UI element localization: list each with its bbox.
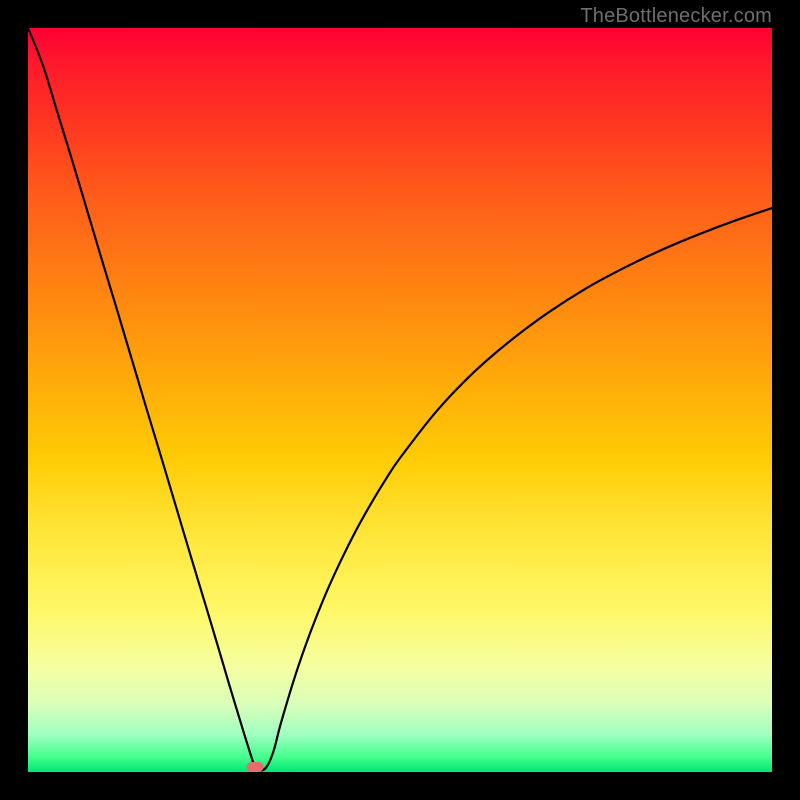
plot-area [28, 28, 772, 772]
chart-container: TheBottlenecker.com [0, 0, 800, 800]
minimum-marker [246, 762, 263, 772]
watermark-text: TheBottlenecker.com [580, 5, 772, 28]
bottleneck-curve [28, 28, 772, 772]
